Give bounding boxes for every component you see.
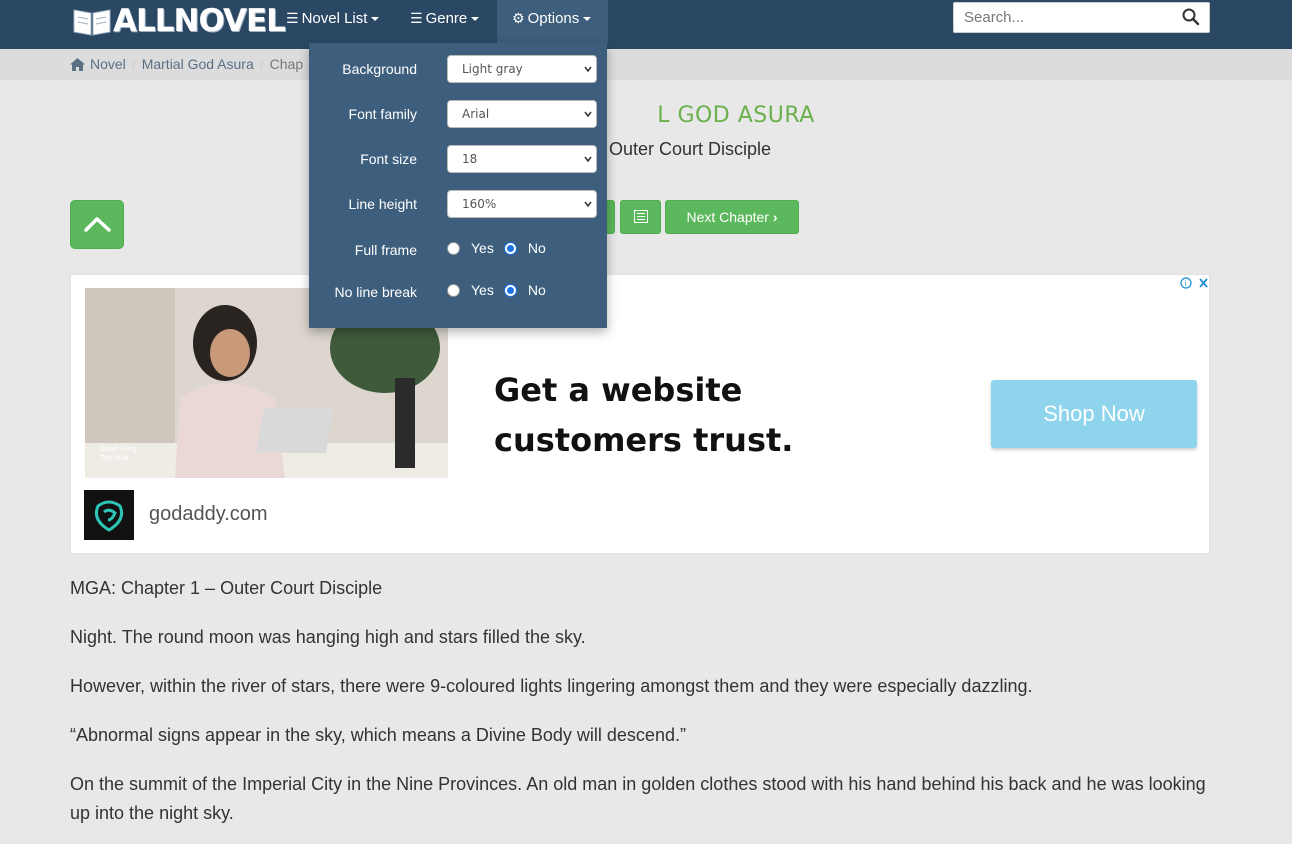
- font-family-value: Arial: [462, 107, 490, 121]
- chevron-down-icon: [584, 66, 592, 73]
- chevron-right-icon: ›: [772, 209, 778, 225]
- svg-text:i: i: [1185, 280, 1187, 288]
- font-size-label: Font size: [360, 151, 417, 167]
- ad-caption-line-1: Sarah Fung: [100, 446, 137, 453]
- caret-down-icon: [371, 17, 380, 22]
- breadcrumb-novel[interactable]: Martial God Asura: [142, 56, 254, 72]
- breadcrumb-home[interactable]: Novel: [90, 56, 126, 72]
- font-family-select[interactable]: Arial: [447, 100, 597, 128]
- novel-title[interactable]: L GOD ASURA: [0, 103, 1292, 128]
- option-full-frame: Full frame Yes No: [309, 236, 607, 266]
- gear-icon: ⚙: [512, 10, 525, 26]
- godaddy-logo-icon[interactable]: [84, 490, 134, 540]
- chapter-list-button[interactable]: [620, 200, 661, 234]
- line-height-value: 160%: [462, 197, 497, 211]
- full-frame-label: Full frame: [354, 242, 417, 258]
- option-font-family: Font family Arial: [309, 100, 607, 130]
- option-background: Background Light gray: [309, 55, 607, 85]
- list-icon: ☰: [410, 10, 423, 26]
- full-frame-yes-radio[interactable]: [447, 241, 460, 255]
- book-icon: [73, 9, 111, 36]
- list-icon: [633, 210, 648, 223]
- no-line-break-label: No line break: [334, 284, 418, 300]
- nav-genre[interactable]: ☰ Genre: [395, 0, 494, 43]
- font-size-select[interactable]: 18: [447, 145, 597, 173]
- no-line-break-yes-radio[interactable]: [447, 283, 460, 297]
- ad-choices-icon[interactable]: i: [1180, 276, 1210, 291]
- full-frame-no-label[interactable]: No: [528, 240, 546, 256]
- chapter-content: MGA: Chapter 1 – Outer Court Disciple Ni…: [70, 574, 1220, 844]
- background-label: Background: [342, 61, 417, 77]
- list-icon: ☰: [286, 10, 299, 26]
- no-line-break-no-radio[interactable]: [503, 283, 517, 297]
- font-family-label: Font family: [348, 106, 417, 122]
- chevron-down-icon: [584, 201, 592, 208]
- ad-domain[interactable]: godaddy.com: [149, 503, 268, 526]
- home-icon: [70, 57, 85, 71]
- ad-caption-line-2: The Hula: [100, 455, 129, 462]
- full-frame-yes-label[interactable]: Yes: [471, 240, 494, 256]
- chapter-paragraph: On the summit of the Imperial City in th…: [70, 774, 1206, 823]
- no-line-break-yes-label[interactable]: Yes: [471, 282, 494, 298]
- line-height-label: Line height: [348, 196, 417, 212]
- advertisement[interactable]: Sarah Fung The Hula Get a website custom…: [70, 274, 1210, 554]
- chevron-down-icon: [584, 111, 592, 118]
- breadcrumb-separator: /: [131, 56, 136, 72]
- ad-shop-now-button[interactable]: Shop Now: [991, 380, 1197, 448]
- nav-genre-label: Genre: [425, 10, 468, 27]
- option-no-line-break: No line break Yes No: [309, 278, 607, 308]
- option-line-height: Line height 160%: [309, 190, 607, 220]
- chapter-paragraph: “Abnormal signs appear in the sky, which…: [70, 725, 686, 745]
- chapter-paragraph: However, within the river of stars, ther…: [70, 676, 1033, 696]
- chapter-nav: Next Chapter ›: [0, 200, 1292, 234]
- chevron-down-icon: [584, 156, 592, 163]
- breadcrumb-separator: /: [259, 56, 264, 72]
- site-logo[interactable]: ALLNOVEL: [72, 3, 286, 39]
- chapter-paragraph: Night. The round moon was hanging high a…: [70, 627, 586, 647]
- caret-down-icon: [583, 17, 592, 22]
- options-dropdown: Background Light gray Font family Arial …: [309, 43, 607, 328]
- no-line-break-no-label[interactable]: No: [528, 282, 546, 298]
- background-select[interactable]: Light gray: [447, 55, 597, 83]
- chapter-paragraph: MGA: Chapter 1 – Outer Court Disciple: [70, 578, 383, 598]
- next-chapter-label: Next Chapter: [686, 209, 769, 225]
- breadcrumb: Novel / Martial God Asura / Chap: [70, 56, 303, 72]
- no-line-break-radios: Yes No: [447, 282, 556, 298]
- ad-photo-caption: Sarah Fung The Hula: [100, 445, 137, 463]
- breadcrumb-chapter: Chap: [269, 56, 304, 72]
- option-font-size: Font size 18: [309, 145, 607, 175]
- search-icon[interactable]: [1181, 7, 1201, 27]
- search-input[interactable]: [954, 3, 1169, 32]
- navbar: ALLNOVEL ☰ Novel List ☰ Genre ⚙ Options: [0, 0, 1292, 49]
- line-height-select[interactable]: 160%: [447, 190, 597, 218]
- breadcrumb-bar: Novel / Martial God Asura / Chap: [0, 49, 1292, 80]
- next-chapter-button[interactable]: Next Chapter ›: [665, 200, 799, 234]
- font-size-value: 18: [462, 152, 478, 166]
- nav-options[interactable]: ⚙ Options: [497, 0, 608, 43]
- search-box: [953, 2, 1210, 33]
- caret-down-icon: [471, 17, 480, 22]
- nav-novel-list-label: Novel List: [301, 10, 368, 27]
- nav-novel-list[interactable]: ☰ Novel List: [271, 0, 394, 43]
- logo-text: ALLNOVEL: [113, 3, 286, 39]
- nav-options-label: Options: [527, 10, 580, 27]
- full-frame-no-radio[interactable]: [503, 241, 517, 255]
- background-value: Light gray: [462, 62, 523, 76]
- full-frame-radios: Yes No: [447, 240, 556, 256]
- ad-headline[interactable]: Get a website customers trust.: [494, 365, 924, 465]
